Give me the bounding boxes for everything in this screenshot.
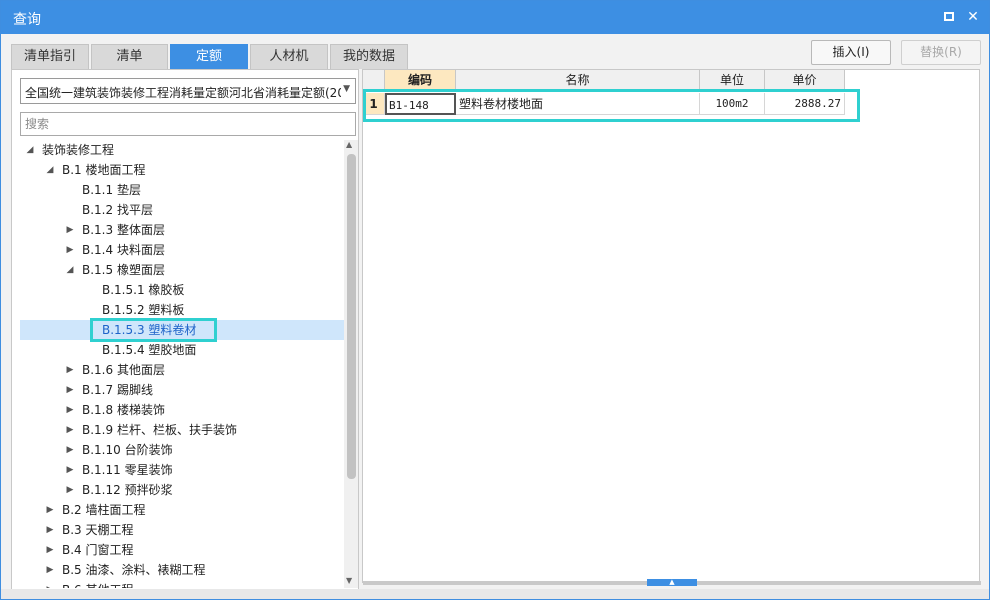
close-icon: ✕ (967, 9, 979, 25)
quota-grid-panel: 编码 名称 单位 单价 1 B1-148 塑料卷材楼地面 100m2 2888.… (362, 69, 981, 586)
tree-node-label: B.6 其他工程 (62, 580, 134, 588)
expanded-triangle-icon[interactable]: ◢ (24, 140, 36, 160)
column-header-name[interactable]: 名称 (456, 70, 700, 91)
highlight-box-result-row (363, 89, 860, 122)
tree-node-label: B.1.11 零星装饰 (82, 463, 173, 477)
tree-node[interactable]: ▶ B.1.6 其他面层 (20, 360, 344, 380)
tree-node-label: B.1.3 整体面层 (82, 223, 165, 237)
expanded-triangle-icon[interactable]: ◢ (64, 260, 76, 280)
tree-node[interactable]: B.1.5.4 塑胶地面 (20, 340, 344, 360)
column-header-code[interactable]: 编码 (385, 70, 456, 91)
close-button[interactable]: ✕ (963, 7, 983, 27)
tree-node-label: B.1.5.1 橡胶板 (102, 283, 185, 297)
tree-node-label: B.1.4 块料面层 (82, 243, 165, 257)
maximize-icon (944, 12, 954, 21)
collapsed-triangle-icon[interactable]: ▶ (44, 540, 56, 560)
tab-quota[interactable]: 定额 (170, 44, 248, 69)
tree-node-label: 装饰装修工程 (42, 143, 115, 157)
tree-node[interactable]: ▶ B.2 墙柱面工程 (20, 500, 344, 520)
tree-node-label: B.1.5.2 塑料板 (102, 303, 185, 317)
tree-vertical-scrollbar[interactable]: ▲ ▼ (344, 140, 358, 588)
tree-node[interactable]: ▶ B.1.11 零星装饰 (20, 460, 344, 480)
scrollbar-thumb[interactable] (347, 154, 356, 479)
collapsed-triangle-icon[interactable]: ▶ (64, 400, 76, 420)
tree-node[interactable]: ▶ B.4 门窗工程 (20, 540, 344, 560)
column-header-unit[interactable]: 单位 (700, 70, 765, 91)
scroll-up-icon[interactable]: ▲ (346, 140, 352, 149)
tree-node-label: B.2 墙柱面工程 (62, 503, 146, 517)
collapsed-triangle-icon[interactable]: ▶ (64, 460, 76, 480)
tree-node[interactable]: ▶ B.1.3 整体面层 (20, 220, 344, 240)
tab-bill[interactable]: 清单 (91, 44, 168, 69)
quota-library-select[interactable]: 全国统一建筑装饰装修工程消耗量定额河北省消耗量定额(2012) ▼ (20, 78, 356, 104)
chapter-tree: ◢ 装饰装修工程 ◢ B.1 楼地面工程 B.1.1 垫层 B.1.2 找平层 ▶ B.1.3… (20, 140, 344, 588)
title-bar[interactable]: 查询 ✕ (1, 1, 989, 34)
column-header-price[interactable]: 单价 (765, 70, 845, 91)
tree-node[interactable]: B.1.5.3 塑料卷材 (20, 318, 344, 342)
tree-node[interactable]: B.1.5.1 橡胶板 (20, 280, 344, 300)
tab-labor-material-machine[interactable]: 人材机 (250, 44, 328, 69)
highlight-box-selected-node (90, 318, 217, 342)
tree-node[interactable]: B.1.2 找平层 (20, 200, 344, 220)
collapsed-triangle-icon[interactable]: ▶ (44, 580, 56, 588)
tree-node-label: B.1 楼地面工程 (62, 163, 146, 177)
bottom-bar (1, 589, 989, 599)
left-panel: 全国统一建筑装饰装修工程消耗量定额河北省消耗量定额(2012) ▼ ◢ 装饰装修工… (11, 69, 359, 591)
collapsed-triangle-icon[interactable]: ▶ (64, 440, 76, 460)
tree-node[interactable]: ▶ B.1.4 块料面层 (20, 240, 344, 260)
maximize-button[interactable] (939, 7, 959, 27)
tree-node-label: B.1.10 台阶装饰 (82, 443, 173, 457)
splitter-handle-up-icon[interactable]: ▲ (647, 579, 697, 586)
tree-node-label: B.1.5.4 塑胶地面 (102, 343, 197, 357)
collapsed-triangle-icon[interactable]: ▶ (64, 360, 76, 380)
tree-node[interactable]: ▶ B.6 其他工程 (20, 580, 344, 588)
scroll-down-icon[interactable]: ▼ (346, 576, 352, 585)
tree-node-label: B.1.1 垫层 (82, 183, 141, 197)
tree-node[interactable]: ▶ B.1.9 栏杆、栏板、扶手装饰 (20, 420, 344, 440)
tree-node-label: B.1.12 预拌砂浆 (82, 483, 173, 497)
tree-node-label: B.1.2 找平层 (82, 203, 153, 217)
collapsed-triangle-icon[interactable]: ▶ (44, 520, 56, 540)
tree-node[interactable]: ▶ B.1.7 踢脚线 (20, 380, 344, 400)
tree-node-label: B.4 门窗工程 (62, 543, 134, 557)
tree-node[interactable]: ▶ B.3 天棚工程 (20, 520, 344, 540)
tree-node[interactable]: B.1.1 垫层 (20, 180, 344, 200)
tab-my-data[interactable]: 我的数据 (330, 44, 408, 69)
quota-library-value: 全国统一建筑装饰装修工程消耗量定额河北省消耗量定额(2012) (25, 86, 341, 100)
tab-bill-guide[interactable]: 清单指引 (11, 44, 89, 69)
collapsed-triangle-icon[interactable]: ▶ (64, 220, 76, 240)
tree-node-label: B.5 油漆、涂料、裱糊工程 (62, 563, 206, 577)
tree-node[interactable]: B.1.5.2 塑料板 (20, 300, 344, 320)
query-dialog: 查询 ✕ 清单指引 清单 定额 人材机 我的数据 插入(I) 替换(R) 全国统… (0, 0, 990, 600)
collapsed-triangle-icon[interactable]: ▶ (44, 560, 56, 580)
search-input[interactable] (20, 112, 356, 136)
tree-node[interactable]: ▶ B.1.10 台阶装饰 (20, 440, 344, 460)
collapsed-triangle-icon[interactable]: ▶ (44, 500, 56, 520)
tree-node-label: B.1.7 踢脚线 (82, 383, 153, 397)
tree-node-label: B.1.6 其他面层 (82, 363, 165, 377)
row-number-header (363, 70, 385, 91)
expanded-triangle-icon[interactable]: ◢ (44, 160, 56, 180)
tree-node-label: B.1.8 楼梯装饰 (82, 403, 165, 417)
collapsed-triangle-icon[interactable]: ▶ (64, 480, 76, 500)
collapsed-triangle-icon[interactable]: ▶ (64, 240, 76, 260)
tree-node-label: B.1.9 栏杆、栏板、扶手装饰 (82, 423, 237, 437)
collapsed-triangle-icon[interactable]: ▶ (64, 420, 76, 440)
tree-node[interactable]: ◢ B.1.5 橡塑面层 (20, 260, 344, 280)
insert-button[interactable]: 插入(I) (811, 40, 891, 65)
dropdown-arrow-icon: ▼ (343, 84, 350, 94)
tree-node[interactable]: ▶ B.5 油漆、涂料、裱糊工程 (20, 560, 344, 580)
window-title: 查询 (13, 12, 41, 28)
collapsed-triangle-icon[interactable]: ▶ (64, 380, 76, 400)
tree-node-label: B.3 天棚工程 (62, 523, 134, 537)
tree-node[interactable]: ◢ B.1 楼地面工程 (20, 160, 344, 180)
tree-node-label: B.1.5 橡塑面层 (82, 263, 165, 277)
tree-node[interactable]: ▶ B.1.12 预拌砂浆 (20, 480, 344, 500)
replace-button[interactable]: 替换(R) (901, 40, 981, 65)
tree-node[interactable]: ◢ 装饰装修工程 (20, 140, 344, 160)
tree-node[interactable]: ▶ B.1.8 楼梯装饰 (20, 400, 344, 420)
